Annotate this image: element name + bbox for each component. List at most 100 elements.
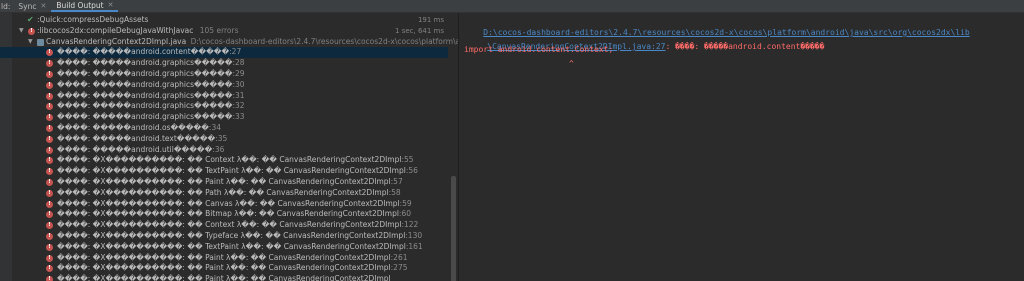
error-count: 105 errors: [199, 25, 239, 35]
error-text: ����: �X����������: �� TextPaint λ��: ��…: [57, 166, 406, 176]
error-line: ����: �����android.content�����:27: [57, 47, 241, 58]
chevron-down-icon[interactable]: ▼: [19, 26, 24, 37]
error-line: ����: �����android.util�����:36: [57, 145, 224, 156]
tree-row-error[interactable]: ! ����: �����android.graphics�����:31: [0, 91, 448, 102]
error-icon: !: [46, 265, 53, 273]
error-line: ����: �X����������: �� Bitmap λ��: �� Ca…: [57, 209, 411, 220]
tree-row-error[interactable]: ! ����: �X����������: �� Bitmap λ��: �� C…: [0, 209, 448, 220]
line-number: :57: [390, 176, 403, 186]
error-icon: !: [46, 222, 53, 230]
java-file-icon: [37, 38, 44, 46]
error-text: ����: �X����������: �� TextPaint λ��: ��…: [57, 241, 406, 251]
error-icon: !: [46, 49, 53, 57]
line-number: :29: [232, 68, 245, 78]
tree-row-task[interactable]: ✔ :Quick:compressDebugAssets 191 ms: [0, 15, 448, 26]
tree-row-error[interactable]: ! ����: �X����������: �� Paint λ��: �� Ca…: [0, 274, 448, 281]
line-number: :56: [405, 166, 418, 176]
error-text: ����: �����android.graphics�����: [57, 79, 233, 89]
error-line: ����: �X����������: �� Paint λ��: �� Can…: [57, 274, 391, 281]
file-line: CanvasRenderingContext2DImpl.java D:\coc…: [46, 37, 458, 48]
error-caret: ^: [569, 59, 574, 68]
line-number: :27: [229, 47, 242, 57]
tree-row-error[interactable]: ! ����: �����android.text�����:35: [0, 134, 448, 145]
error-icon: !: [46, 92, 53, 100]
error-icon: !: [46, 70, 53, 78]
error-line: ����: �X����������: �� TextPaint λ��: ��…: [57, 242, 423, 253]
tab-sync[interactable]: Sync ✕: [13, 0, 51, 12]
tree-row-error[interactable]: ! ����: �����android.graphics�����:33: [0, 112, 448, 123]
error-text: ����: �����android.text�����: [57, 133, 216, 143]
error-text: ����: �X����������: �� Paint λ��: �� Can…: [57, 252, 391, 262]
error-text: ����: �X����������: �� Canvas λ��: �� Ca…: [57, 198, 400, 208]
error-text: ����: �����android.graphics�����: [57, 68, 233, 78]
tree-row-error[interactable]: ! ����: �X����������: �� TextPaint λ��: �…: [0, 242, 448, 253]
error-text: ����: �����android.graphics�����: [57, 101, 233, 111]
line-number: :30: [232, 79, 245, 89]
line-number: :36: [212, 144, 225, 154]
line-number: :55: [401, 155, 414, 165]
tree-row-error[interactable]: ! ����: �����android.graphics�����:29: [0, 69, 448, 80]
error-text: ����: �X����������: �� Bitmap λ��: �� Ca…: [57, 209, 399, 219]
task-duration: 191 ms: [417, 16, 444, 24]
error-icon: !: [46, 211, 53, 219]
tree-row-error[interactable]: ! ����: �X����������: �� Paint λ��: �� Ca…: [0, 177, 448, 188]
error-line: ����: �����android.graphics�����:28: [57, 58, 245, 69]
error-icon: !: [46, 157, 53, 165]
error-line: ����: �����android.graphics�����:31: [57, 91, 245, 102]
tab-build-output[interactable]: Build Output ✕: [51, 0, 119, 12]
tree-row-error[interactable]: ! ����: �X����������: �� Context λ��: �� …: [0, 220, 448, 231]
error-line: ����: �X����������: �� Paint λ��: �� Can…: [57, 263, 407, 274]
line-number: :275: [390, 263, 408, 273]
source-line: import android.content.Context;: [464, 45, 614, 54]
tree-row-file[interactable]: ▼ CanvasRenderingContext2DImpl.java D:\c…: [0, 37, 458, 48]
close-icon[interactable]: ✕: [40, 2, 46, 10]
error-icon: !: [46, 243, 53, 251]
line-number: :59: [399, 198, 412, 208]
task-label: :Quick:compressDebugAssets: [37, 15, 149, 24]
error-text: ����: �X����������: �� Path λ��: �� Canv…: [57, 187, 389, 197]
error-line: ����: �����android.graphics�����:33: [57, 112, 245, 123]
tree-row-error[interactable]: ! ����: �����android.util�����:36: [0, 145, 448, 156]
tree-row-error[interactable]: ! ����: �����android.graphics�����:28: [0, 58, 448, 69]
line-number: :60: [398, 209, 411, 219]
tree-row-error[interactable]: ! ����: �����android.graphics�����:32: [0, 101, 448, 112]
close-icon[interactable]: ✕: [108, 1, 114, 9]
error-text: ����: �X����������: �� Paint λ��: �� Can…: [57, 274, 391, 281]
error-line: ����: �X����������: �� Paint λ��: �� Can…: [57, 177, 403, 188]
tree-row-error[interactable]: ! ����: �X����������: �� TextPaint λ��: �…: [0, 166, 448, 177]
tree-row-error[interactable]: ! ����: �����android.graphics�����:30: [0, 80, 448, 91]
error-icon: !: [46, 60, 53, 68]
tree-row-error[interactable]: ! ����: �X����������: �� Path λ��: �� Can…: [0, 188, 448, 199]
tree-row-error[interactable]: ! ����: �����android.os�����:34: [0, 123, 448, 134]
chevron-down-icon[interactable]: ▼: [28, 37, 33, 48]
error-icon: !: [46, 189, 53, 197]
error-icon: !: [46, 114, 53, 122]
check-icon: ✔: [27, 15, 34, 24]
tree-row-error[interactable]: ! ����: �X����������: �� Canvas λ��: �� C…: [0, 199, 448, 210]
error-icon: !: [46, 232, 53, 240]
tree-row-error[interactable]: ! ����: �X����������: �� Context λ��: �� …: [0, 155, 448, 166]
error-line: ����: �X����������: �� Canvas λ��: �� Ca…: [57, 199, 412, 210]
line-number: :32: [232, 101, 245, 111]
error-line: ����: �X����������: �� Typeface λ��: �� …: [57, 231, 422, 242]
task-duration: 1 sec, 641 ms: [395, 26, 444, 35]
tree-row-task[interactable]: ▼ ! :libcocos2dx:compileDebugJavaWithJav…: [0, 26, 448, 37]
error-text: ����: �����android.content�����: [57, 47, 230, 57]
error-icon: !: [28, 27, 35, 35]
vertical-scrollbar[interactable]: [451, 176, 456, 281]
error-icon: !: [46, 168, 53, 176]
error-line: ����: �X����������: �� Context λ��: �� C…: [57, 155, 414, 166]
tab-label: Build Output: [56, 0, 104, 10]
tree-row-error[interactable]: ! ����: �����android.content�����:27: [0, 47, 448, 59]
file-path: D:\cocos-dashboard-editors\2.4.7\resourc…: [190, 36, 458, 46]
tree-row-error[interactable]: ! ����: �X����������: �� Paint λ��: �� Ca…: [0, 253, 448, 264]
build-tree-panel: ✔ :Quick:compressDebugAssets 191 ms ▼ ! …: [0, 13, 458, 281]
tree-row-error[interactable]: ! ����: �X����������: �� Paint λ��: �� Ca…: [0, 263, 448, 274]
error-icon: !: [46, 178, 53, 186]
error-text: ����: �����android.graphics�����: [57, 58, 233, 68]
line-number: :161: [405, 241, 423, 251]
error-line: ����: �X����������: �� TextPaint λ��: ��…: [57, 166, 418, 177]
tree-row-error[interactable]: ! ����: �X����������: �� Typeface λ��: ��…: [0, 231, 448, 242]
error-line: ����: �����android.graphics�����:32: [57, 101, 245, 112]
error-detail-panel: D:\cocos-dashboard-editors\2.4.7\resourc…: [459, 13, 1024, 281]
